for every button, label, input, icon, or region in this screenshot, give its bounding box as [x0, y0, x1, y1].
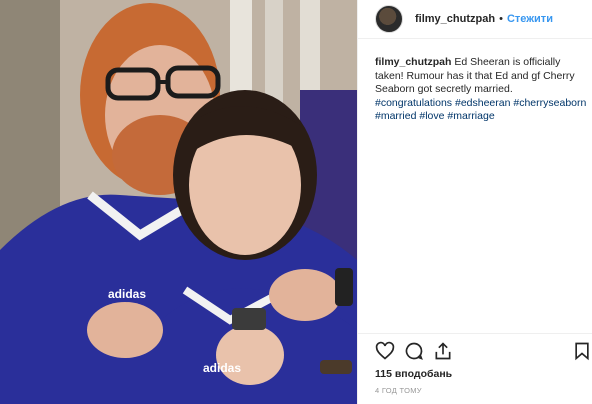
- post-timestamp[interactable]: 4 ГОД ТОМУ: [375, 386, 422, 395]
- heart-icon[interactable]: [375, 341, 397, 363]
- action-bar: [375, 341, 592, 363]
- photo-illustration: adidas adidas: [0, 0, 357, 404]
- username-link[interactable]: filmy_chutzpah: [415, 13, 495, 25]
- hashtag[interactable]: #congratulations: [375, 97, 452, 109]
- caption-username[interactable]: filmy_chutzpah: [375, 56, 451, 68]
- avatar[interactable]: [375, 5, 403, 33]
- hashtag[interactable]: #married: [375, 110, 416, 122]
- comment-icon[interactable]: [404, 341, 426, 363]
- actions-divider: [358, 333, 592, 334]
- hashtag[interactable]: #love: [419, 110, 444, 122]
- hashtag[interactable]: #cherryseaborn: [513, 97, 586, 109]
- separator-dot: •: [499, 13, 503, 25]
- post-photo[interactable]: adidas adidas: [0, 0, 357, 404]
- post-caption: filmy_chutzpah Ed Sheeran is officially …: [375, 56, 589, 124]
- post-header: filmy_chutzpah • Стежити: [358, 0, 592, 39]
- hashtag[interactable]: #marriage: [447, 110, 494, 122]
- jersey-logo: adidas: [203, 361, 241, 375]
- jersey-logo: adidas: [108, 287, 146, 301]
- share-icon[interactable]: [433, 341, 455, 363]
- hashtag[interactable]: #edsheeran: [455, 97, 510, 109]
- instagram-post: adidas adidas filmy_chutzpah • Стежити f…: [0, 0, 592, 404]
- follow-button[interactable]: Стежити: [507, 13, 553, 25]
- bookmark-icon[interactable]: [572, 341, 592, 363]
- likes-count[interactable]: 115 вподобань: [375, 368, 452, 380]
- post-sidebar: filmy_chutzpah • Стежити filmy_chutzpah …: [358, 0, 592, 404]
